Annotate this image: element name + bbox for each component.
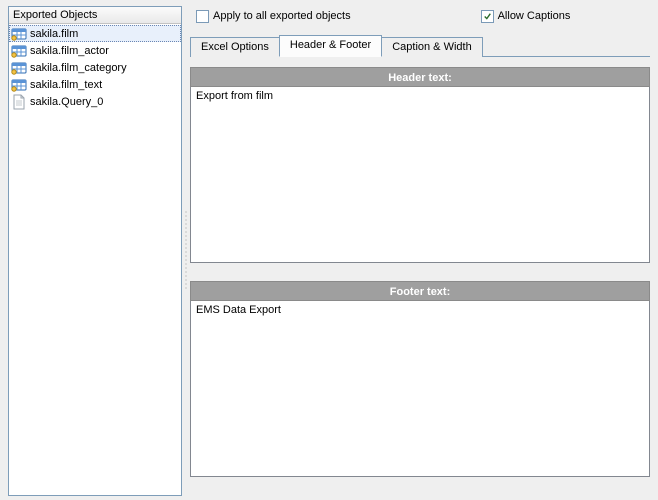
table-icon xyxy=(11,43,27,59)
tree-item-label: sakila.film_category xyxy=(30,62,127,74)
tree-item-label: sakila.film_text xyxy=(30,79,102,91)
right-pane: Apply to all exported objects Allow Capt… xyxy=(190,0,658,500)
footer-text-input[interactable] xyxy=(190,301,650,477)
checkbox-icon xyxy=(196,10,209,23)
allow-captions-label: Allow Captions xyxy=(498,10,571,22)
exported-objects-panel: Exported Objects sakila.film sakila.film_… xyxy=(8,6,182,496)
footer-text-title: Footer text: xyxy=(190,281,650,301)
tree-item[interactable]: sakila.film xyxy=(9,25,181,42)
splitter-grip-icon xyxy=(184,210,188,290)
document-icon xyxy=(11,94,27,110)
table-icon xyxy=(11,60,27,76)
splitter[interactable] xyxy=(182,0,190,500)
table-icon xyxy=(11,26,27,42)
tree-item[interactable]: sakila.film_actor xyxy=(9,42,181,59)
checkbox-icon xyxy=(481,10,494,23)
allow-captions-checkbox[interactable]: Allow Captions xyxy=(481,10,571,23)
tree-item-label: sakila.film xyxy=(30,28,78,40)
header-text-title: Header text: xyxy=(190,67,650,87)
apply-all-label: Apply to all exported objects xyxy=(213,10,351,22)
tab-body-header-footer: Header text: Footer text: xyxy=(190,57,650,496)
exported-objects-tree[interactable]: sakila.film sakila.film_actor sakila.film_… xyxy=(9,24,181,495)
header-text-input[interactable] xyxy=(190,87,650,263)
tree-item[interactable]: sakila.film_text xyxy=(9,76,181,93)
tree-item[interactable]: sakila.Query_0 xyxy=(9,93,181,110)
tree-item-label: sakila.film_actor xyxy=(30,45,109,57)
table-icon xyxy=(11,77,27,93)
tab-excel-options[interactable]: Excel Options xyxy=(190,37,280,57)
tab-caption-width[interactable]: Caption & Width xyxy=(381,37,482,57)
top-checkbox-row: Apply to all exported objects Allow Capt… xyxy=(190,6,650,26)
tree-item[interactable]: sakila.film_category xyxy=(9,59,181,76)
tab-bar: Excel Options Header & Footer Caption & … xyxy=(190,34,650,57)
exported-objects-title: Exported Objects xyxy=(9,7,181,24)
tree-item-label: sakila.Query_0 xyxy=(30,96,103,108)
apply-all-checkbox[interactable]: Apply to all exported objects xyxy=(196,10,351,23)
tab-header-footer[interactable]: Header & Footer xyxy=(279,35,382,57)
